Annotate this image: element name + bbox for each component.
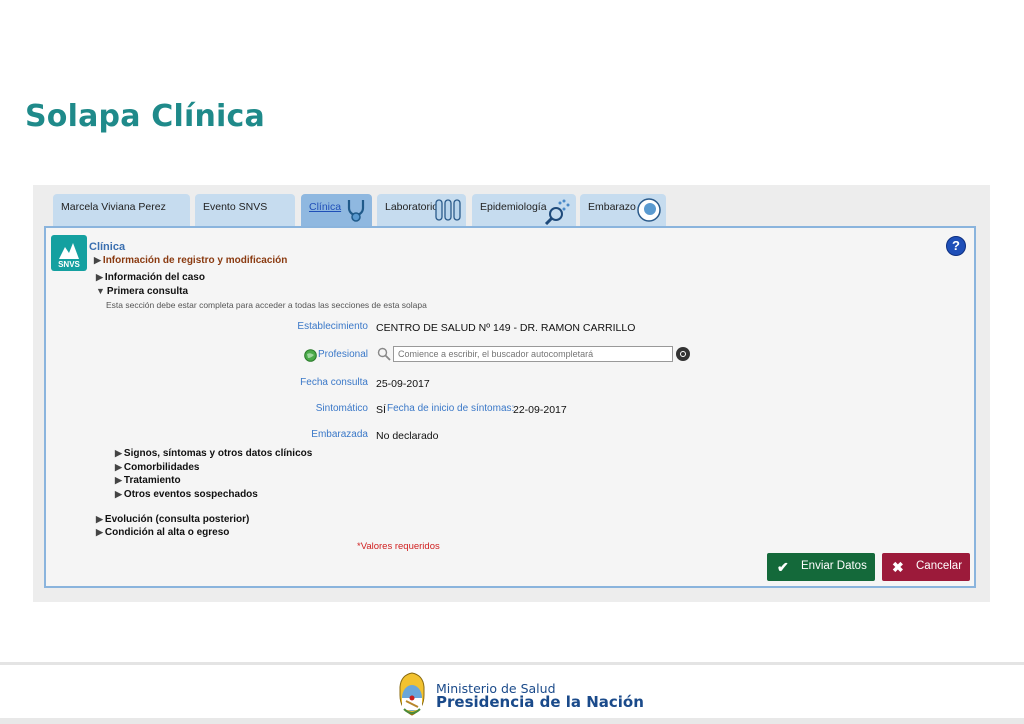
section-info-registro[interactable]: ▶ Información de registro y modificación [94, 255, 287, 266]
fecha-consulta-label: Fecha consulta [300, 377, 368, 388]
arrow-right-icon: ▶ [96, 514, 103, 524]
section-condicion-alta[interactable]: ▶ Condición al alta o egreso [96, 527, 229, 538]
fecha-consulta-value: 25-09-2017 [376, 378, 430, 390]
subsection-otros-eventos[interactable]: ▶ Otros eventos sospechados [115, 489, 258, 500]
sintomatico-label: Sintomático [315, 403, 368, 414]
sintomatico-value: SÍ [376, 404, 386, 416]
embarazada-label: Embarazada [311, 429, 368, 440]
check-icon: ✔ [777, 559, 789, 575]
establecimiento-value: CENTRO DE SALUD Nº 149 - DR. RAMON CARRI… [376, 322, 636, 334]
embarazada-value: No declarado [376, 430, 439, 442]
required-note: *Valores requeridos [357, 541, 440, 552]
cancel-button[interactable]: ✖ Cancelar [882, 553, 970, 581]
fecha-inicio-value: 22-09-2017 [513, 404, 567, 416]
footer-divider [0, 662, 1024, 665]
subsection-tratamiento[interactable]: ▶ Tratamiento [115, 475, 181, 486]
subsection-signos[interactable]: ▶ Signos, síntomas y otros datos clínicos [115, 448, 312, 459]
section-evolucion[interactable]: ▶ Evolución (consulta posterior) [96, 514, 249, 525]
profesional-label: Profesional [317, 349, 368, 360]
tab-label: Evento SNVS [203, 201, 268, 213]
tab-label: Marcela Viviana Perez [61, 201, 166, 213]
footer-bar [0, 718, 1024, 724]
fetus-icon [637, 198, 661, 222]
section-primera-consulta[interactable]: ▼ Primera consulta [96, 286, 188, 297]
refresh-icon[interactable] [676, 347, 690, 361]
tab-laboratorio[interactable]: Laboratorio [377, 194, 466, 226]
subsection-label: Comorbilidades [123, 462, 200, 473]
arrow-right-icon: ▶ [115, 462, 122, 472]
tab-embarazo[interactable]: Embarazo [580, 194, 666, 226]
slide-title: Solapa Clínica [25, 99, 265, 134]
section-label: Primera consulta [106, 286, 189, 297]
help-icon[interactable]: ? [946, 236, 966, 256]
section-notice: Esta sección debe estar completa para ac… [106, 300, 427, 310]
national-seal-icon [399, 672, 425, 716]
tab-label: Embarazo [588, 201, 636, 213]
subsection-label: Signos, síntomas y otros datos clínicos [123, 448, 313, 459]
tab-label: Laboratorio [385, 201, 439, 213]
panel-title: Clínica [89, 241, 126, 253]
test-tubes-icon [435, 199, 461, 221]
tab-label: Epidemiología [480, 201, 547, 213]
clinica-panel: SNVS ? Clínica ▶ Información de registro … [44, 226, 976, 588]
magnifier-dots-icon [544, 199, 570, 225]
search-icon [377, 347, 391, 361]
profesional-search-input[interactable] [393, 346, 673, 362]
arrow-right-icon: ▶ [94, 255, 101, 265]
arrow-right-icon: ▶ [115, 448, 122, 458]
tab-label: Clínica [309, 201, 342, 213]
subsection-label: Otros eventos sospechados [123, 489, 258, 500]
fecha-inicio-label: Fecha de inicio de síntomas: [387, 403, 515, 414]
establecimiento-label: Establecimiento [297, 321, 368, 332]
tab-clinica[interactable]: Clínica [301, 194, 372, 226]
close-icon: ✖ [892, 559, 904, 575]
tab-patient[interactable]: Marcela Viviana Perez [53, 194, 190, 226]
send-button-label: Enviar Datos [801, 560, 867, 572]
arrow-right-icon: ▶ [96, 527, 103, 537]
snvs-logo: SNVS [51, 235, 87, 271]
arrow-right-icon: ▶ [115, 489, 122, 499]
arrow-right-icon: ▶ [96, 272, 103, 282]
stethoscope-icon [347, 200, 365, 222]
section-label: Evolución (consulta posterior) [104, 514, 250, 525]
send-data-button[interactable]: ✔ Enviar Datos [767, 553, 875, 581]
section-label: Información de registro y modificación [102, 255, 288, 266]
subsection-comorbilidades[interactable]: ▶ Comorbilidades [115, 462, 200, 473]
cancel-button-label: Cancelar [916, 560, 963, 572]
tab-epidemiologia[interactable]: Epidemiología [472, 194, 576, 226]
section-label: Información del caso [104, 272, 205, 283]
section-label: Condición al alta o egreso [104, 527, 230, 538]
arrow-down-icon: ▼ [96, 286, 105, 296]
section-info-caso[interactable]: ▶ Información del caso [96, 272, 205, 283]
subsection-label: Tratamiento [123, 475, 181, 486]
presidency-name: Presidencia de la Nación [436, 693, 644, 711]
logo-text: SNVS [58, 260, 80, 269]
tab-evento-snvs[interactable]: Evento SNVS [195, 194, 295, 226]
arrow-right-icon: ▶ [115, 475, 122, 485]
app-screenshot: Marcela Viviana Perez Evento SNVS Clínic… [33, 185, 990, 602]
